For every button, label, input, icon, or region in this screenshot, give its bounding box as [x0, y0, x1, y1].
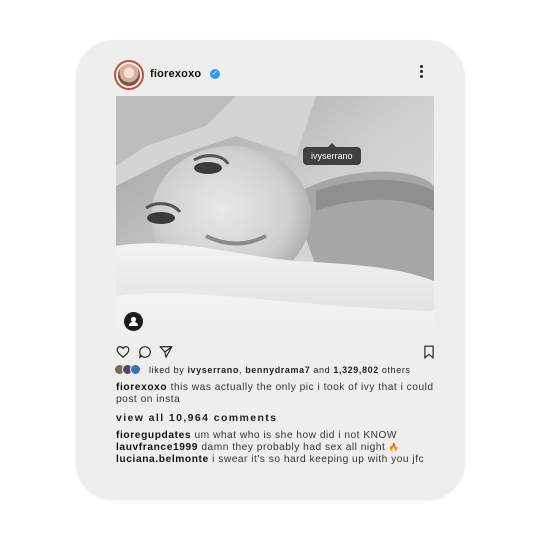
likes-prefix: liked by: [149, 365, 185, 375]
liker-username[interactable]: ivyserrano: [187, 365, 239, 375]
bookmark-icon[interactable]: [422, 345, 436, 360]
post-card: fiorexoxo ✓ ivyserrano liked by ivyserra…: [76, 40, 465, 500]
comment-icon[interactable]: [138, 345, 152, 359]
post-photo[interactable]: ivyserrano: [116, 96, 434, 339]
fire-emoji-icon: 🔥: [388, 443, 400, 452]
comments-list: fioregupdates um what who is she how did…: [116, 430, 436, 466]
liker-avatars: [114, 364, 150, 376]
comment-username[interactable]: fioregupdates: [116, 430, 191, 441]
post-header: fiorexoxo ✓: [114, 60, 432, 90]
more-options-icon[interactable]: [418, 65, 424, 81]
likes-count[interactable]: 1,329,802: [333, 365, 378, 375]
liker-avatar[interactable]: [130, 364, 141, 375]
heart-icon[interactable]: [116, 345, 130, 359]
comment-username[interactable]: lauvfrance1999: [116, 442, 198, 453]
user-icon: [129, 316, 138, 326]
comment-item: lauvfrance1999 damn they probably had se…: [116, 442, 436, 454]
avatar[interactable]: [114, 60, 144, 90]
post-username[interactable]: fiorexoxo: [150, 68, 201, 80]
comment-item: luciana.belmonte i swear it's so hard ke…: [116, 454, 436, 466]
avatar-image: [116, 62, 142, 88]
likes-text: liked by ivyserrano, bennydrama7 and 1,3…: [149, 365, 411, 375]
liker-username[interactable]: bennydrama7: [245, 365, 310, 375]
likes-suffix: others: [381, 365, 411, 375]
likes-separator: ,: [238, 365, 243, 375]
comment-text: damn they probably had sex all night: [201, 442, 386, 453]
comment-text: i swear it's so hard keeping up with you…: [212, 454, 425, 465]
comment-username[interactable]: luciana.belmonte: [116, 454, 209, 465]
view-all-comments-link[interactable]: view all 10,964 comments: [116, 412, 277, 424]
verified-badge-icon: ✓: [210, 69, 220, 79]
photo-image: [116, 96, 434, 339]
likes-and: and: [313, 365, 331, 375]
caption-username[interactable]: fiorexoxo: [116, 382, 167, 393]
caption: fiorexoxo this was actually the only pic…: [116, 382, 436, 406]
tagged-users-button[interactable]: [124, 312, 143, 331]
likes-row: liked by ivyserrano, bennydrama7 and 1,3…: [114, 364, 444, 376]
share-icon[interactable]: [159, 345, 173, 359]
photo-tag[interactable]: ivyserrano: [303, 143, 361, 165]
action-bar: [116, 345, 434, 361]
comment-text: um what who is she how did i not KNOW: [194, 430, 398, 441]
comment-item: fioregupdates um what who is she how did…: [116, 430, 436, 442]
